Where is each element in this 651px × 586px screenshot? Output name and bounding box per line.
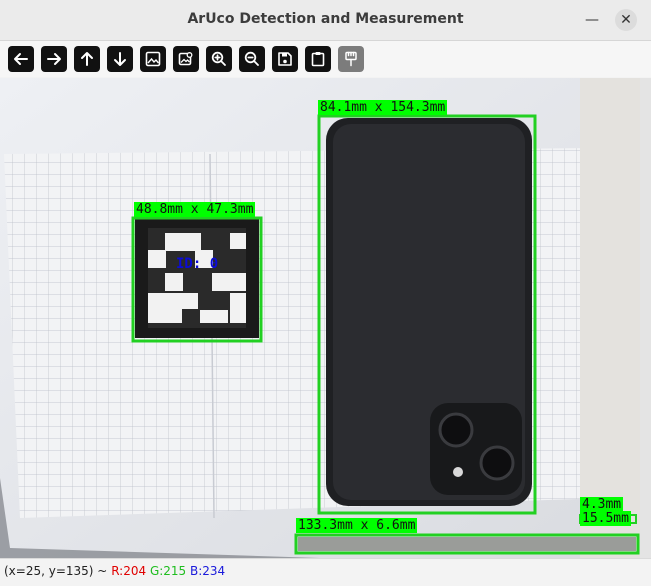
copy-button[interactable]: [305, 46, 331, 72]
phone: [326, 118, 532, 506]
title-bar: ArUco Detection and Measurement — ✕: [0, 0, 651, 41]
vertical-scrollbar[interactable]: [640, 78, 651, 558]
small-size-label: 4.3mm: [580, 497, 624, 512]
save-button[interactable]: [272, 46, 298, 72]
image-zoom-icon: [178, 52, 193, 66]
red-value: R:204: [111, 564, 147, 578]
marker-id-label: ID: 0: [176, 256, 219, 272]
camera-frame: [0, 78, 640, 558]
arrow-right-icon: [47, 53, 61, 65]
close-button[interactable]: ✕: [615, 9, 637, 31]
pan-down-button[interactable]: [107, 46, 133, 72]
status-bar: (x=25, y=135) ~ R:204 G:215 B:234: [0, 558, 651, 586]
small-overlap-label: 15.5mm: [580, 511, 631, 526]
arrow-left-icon: [14, 53, 28, 65]
zoom-out-image-button[interactable]: [173, 46, 199, 72]
brush-icon: [345, 51, 357, 67]
zoom-in-icon: [211, 51, 226, 66]
marker-size-label: 48.8mm x 47.3mm: [134, 202, 256, 217]
window-title: ArUco Detection and Measurement: [187, 11, 464, 27]
blue-value: B:234: [190, 564, 226, 578]
cursor-coordinates: (x=25, y=135) ~: [4, 564, 108, 578]
pan-right-button[interactable]: [41, 46, 67, 72]
ruler-strip: [298, 537, 636, 551]
save-icon: [278, 52, 292, 66]
image-view[interactable]: 48.8mm x 47.3mm 84.1mm x 154.3mm 133.3mm…: [0, 78, 640, 558]
strip-size-label: 133.3mm x 6.6mm: [296, 518, 418, 533]
green-value: G:215: [149, 564, 187, 578]
aruco-marker: [135, 218, 259, 338]
properties-button[interactable]: [338, 46, 364, 72]
zoom-in-button[interactable]: [206, 46, 232, 72]
zoom-out-icon: [244, 51, 259, 66]
close-icon: ✕: [620, 12, 632, 28]
arrow-down-icon: [114, 52, 126, 66]
phone-size-label: 84.1mm x 154.3mm: [318, 100, 448, 115]
zoom-out-button[interactable]: [239, 46, 265, 72]
clipboard-icon: [311, 52, 325, 67]
image-icon: [145, 51, 161, 67]
minimize-button[interactable]: —: [581, 9, 603, 31]
status-text: (x=25, y=135) ~ R:204 G:215 B:234: [4, 564, 225, 578]
zoom-in-image-button[interactable]: [140, 46, 166, 72]
minimize-icon: —: [585, 12, 599, 28]
arrow-up-icon: [81, 52, 93, 66]
toolbar: [0, 41, 651, 77]
window-controls: — ✕: [581, 9, 637, 31]
pan-left-button[interactable]: [8, 46, 34, 72]
pan-up-button[interactable]: [74, 46, 100, 72]
